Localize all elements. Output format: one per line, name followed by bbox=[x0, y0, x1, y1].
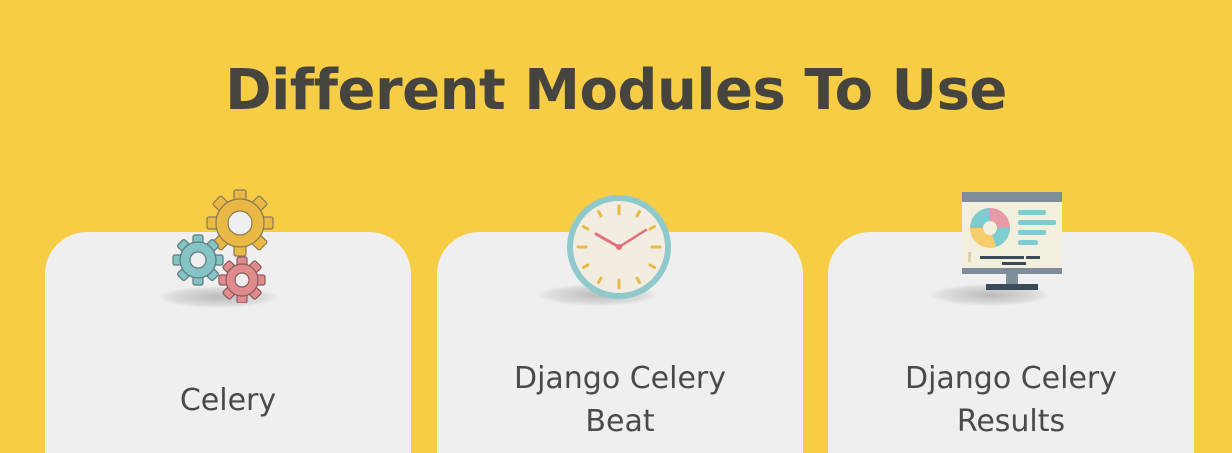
card-label: Django Celery Results bbox=[828, 357, 1194, 443]
gears-icon bbox=[172, 189, 274, 303]
card-label-line: Celery bbox=[179, 383, 277, 418]
card-label: Django Celery Beat bbox=[437, 357, 803, 443]
card-label: Celery bbox=[45, 379, 411, 422]
card-label-line: Beat bbox=[585, 404, 655, 439]
clock-icon bbox=[567, 195, 671, 299]
card-label-line: Results bbox=[956, 404, 1066, 439]
monitor-chart-icon bbox=[962, 192, 1062, 290]
card-label-line: Django Celery bbox=[904, 361, 1118, 396]
card-label-line: Django Celery bbox=[513, 361, 727, 396]
page-title: Different Modules To Use bbox=[225, 58, 1007, 123]
